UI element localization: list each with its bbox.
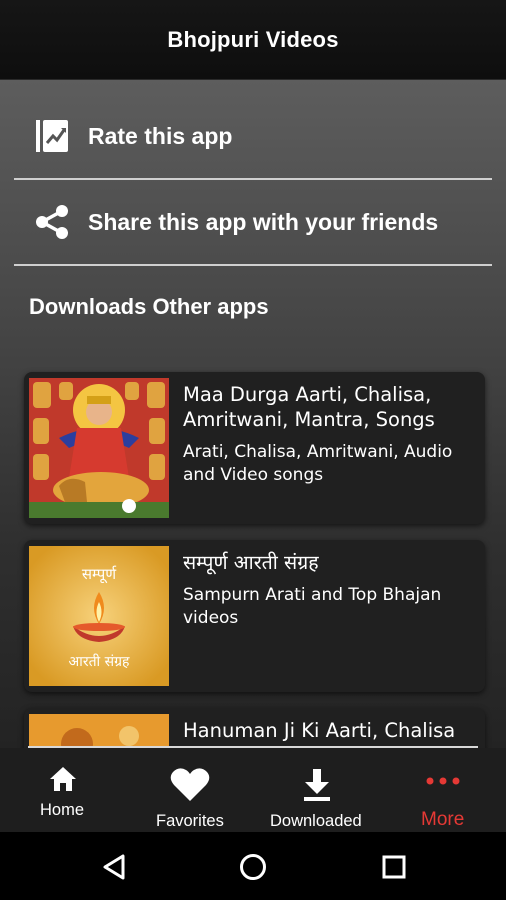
arati-sangrah-image: सम्पूर्ण आरती संग्रह — [29, 546, 169, 686]
app-card-arati-sangrah[interactable]: सम्पूर्ण आरती संग्रह सम्पूर्ण आरती संग्र… — [24, 540, 485, 692]
hanuman-image — [29, 714, 169, 748]
app-card-title: Hanuman Ji Ki Aarti, Chalisa — [183, 719, 456, 742]
bottom-navigation: Home Favorites Downloaded More — [0, 748, 506, 832]
other-apps-heading: Downloads Other apps — [29, 294, 269, 319]
heart-icon — [170, 766, 210, 802]
recents-icon[interactable] — [377, 850, 411, 884]
app-card-description: Arati, Chalisa, Amritwani, Audio and Vid… — [183, 442, 453, 485]
home-circle-icon[interactable] — [236, 850, 270, 884]
app-card-hanuman[interactable]: Hanuman Ji Ki Aarti, Chalisa — [24, 708, 485, 748]
nav-downloaded[interactable]: Downloaded — [254, 748, 380, 832]
app-card-title: Maa Durga Aarti, Chalisa, Amritwani, Man… — [183, 383, 435, 431]
nav-home[interactable]: Home — [0, 748, 126, 832]
back-icon[interactable] — [97, 850, 131, 884]
thumb-text-top: सम्पूर्ण — [81, 565, 117, 583]
share-app-row[interactable]: Share this app with your friends — [14, 180, 492, 266]
nav-more[interactable]: More — [380, 748, 506, 832]
home-icon — [48, 765, 78, 793]
rate-app-label: Rate this app — [88, 122, 233, 149]
app-title: Bhojpuri Videos — [167, 26, 339, 52]
app-card-durga[interactable]: Maa Durga Aarti, Chalisa, Amritwani, Man… — [24, 372, 485, 524]
durga-image — [29, 378, 169, 518]
app-bar: Bhojpuri Videos — [0, 0, 506, 80]
nav-favorites[interactable]: Favorites — [126, 748, 254, 832]
app-card-title: सम्पूर्ण आरती संग्रह — [183, 551, 319, 574]
share-app-label: Share this app with your friends — [88, 208, 439, 235]
system-navigation-bar — [0, 832, 506, 900]
nav-favorites-label: Favorites — [156, 812, 224, 830]
nav-home-label: Home — [40, 801, 85, 819]
rate-app-icon — [32, 116, 72, 156]
nav-more-label: More — [421, 809, 465, 830]
app-card-description: Sampurn Arati and Top Bhajan videos — [183, 585, 442, 628]
nav-downloaded-label: Downloaded — [270, 812, 362, 830]
more-page-content[interactable]: Rate this app Share this app with your f… — [0, 80, 506, 748]
rate-app-row[interactable]: Rate this app — [14, 94, 492, 180]
share-icon — [32, 202, 72, 242]
thumb-text-bottom: आरती संग्रह — [68, 654, 130, 670]
more-dots-icon — [426, 776, 460, 786]
download-icon — [302, 768, 332, 802]
app-screen: Bhojpuri Videos Rate this app Share this… — [0, 0, 506, 900]
